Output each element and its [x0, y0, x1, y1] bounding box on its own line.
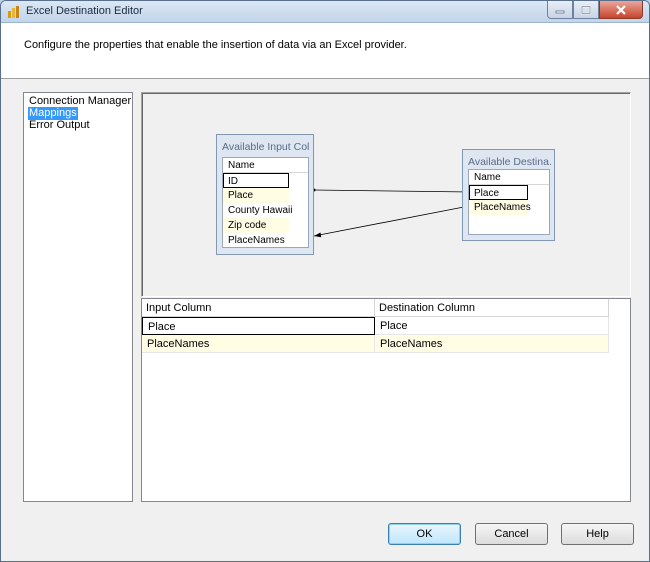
input-column-zip-code[interactable]: Zip code — [223, 218, 289, 233]
navigation-list: Connection Manager Mappings Error Output — [23, 92, 133, 502]
destination-column-place[interactable]: Place — [469, 185, 528, 200]
grid-header-destination-column[interactable]: Destination Column — [375, 299, 609, 317]
maximize-button[interactable] — [573, 1, 599, 19]
grid-cell-input-place[interactable]: Place — [142, 317, 375, 335]
destination-table-title: Available Destina... — [468, 156, 551, 168]
grid-cell-destination-placenames[interactable]: PlaceNames — [375, 335, 609, 353]
input-column-place[interactable]: Place — [223, 188, 289, 203]
minimize-button[interactable] — [547, 1, 573, 19]
mapping-line-place[interactable] — [313, 189, 472, 193]
grid-cell-destination-place[interactable]: Place — [375, 317, 609, 335]
maximize-icon — [581, 5, 591, 14]
header-panel: Configure the properties that enable the… — [1, 23, 649, 79]
available-destination-columns-table[interactable]: Available Destina... Name Place PlaceNam… — [462, 149, 555, 241]
available-input-columns-table[interactable]: Available Input Col... Name ID Place Cou… — [216, 134, 314, 255]
title-bar: Excel Destination Editor — [1, 1, 649, 23]
mappings-grid: Input Column Destination Column Place Pl… — [141, 298, 631, 502]
ok-button[interactable]: OK — [388, 523, 461, 545]
input-column-placenames[interactable]: PlaceNames — [223, 233, 289, 248]
input-column-id[interactable]: ID — [223, 173, 289, 188]
minimize-icon — [555, 10, 565, 13]
input-columns-list: Name ID Place County Hawaii Zip code Pla… — [222, 157, 309, 248]
grid-row: PlaceNames PlaceNames — [142, 335, 609, 353]
mapping-canvas[interactable]: Available Input Col... Name ID Place Cou… — [141, 92, 631, 297]
grid-row: Place Place — [142, 317, 609, 335]
destination-column-placenames[interactable]: PlaceNames — [469, 200, 531, 215]
close-icon — [616, 4, 626, 15]
nav-item-error-output[interactable]: Error Output — [28, 119, 91, 132]
grid-cell-input-placenames[interactable]: PlaceNames — [142, 335, 375, 353]
destination-column-header: Name — [469, 170, 549, 185]
destination-columns-list: Name Place PlaceNames — [468, 169, 550, 235]
mapping-line-placenames[interactable] — [313, 205, 470, 237]
ssis-component-icon — [8, 6, 19, 18]
excel-destination-editor-window: Excel Destination Editor Configure the p… — [0, 0, 650, 562]
input-column-county-hawaii[interactable]: County Hawaii — [223, 203, 292, 218]
cancel-button[interactable]: Cancel — [475, 523, 548, 545]
help-button[interactable]: Help — [561, 523, 634, 545]
close-button[interactable] — [599, 1, 643, 19]
window-title: Excel Destination Editor — [26, 5, 143, 17]
input-table-title: Available Input Col... — [222, 141, 310, 153]
input-column-header: Name — [223, 158, 308, 173]
header-description: Configure the properties that enable the… — [24, 39, 407, 51]
grid-header-input-column[interactable]: Input Column — [142, 299, 375, 317]
grid-header-row: Input Column Destination Column — [142, 299, 609, 317]
window-controls — [547, 1, 643, 19]
